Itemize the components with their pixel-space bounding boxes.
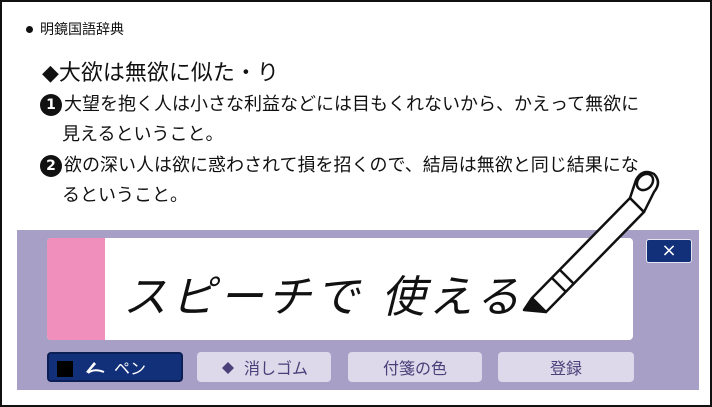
pen-button[interactable]: ペン xyxy=(47,352,183,382)
dictionary-header: 明鏡国語辞典 xyxy=(26,19,124,39)
pen-color-swatch xyxy=(57,361,73,377)
sticky-color-label: 付箋の色 xyxy=(382,359,447,378)
dictionary-name: 明鏡国語辞典 xyxy=(40,22,124,38)
sticky-note-color-strip xyxy=(47,238,105,340)
pen-icon xyxy=(85,362,105,374)
bullet-icon xyxy=(26,25,33,33)
sense-number-2: 2 xyxy=(40,155,62,177)
memo-toolbar: ペン 消しゴム 付箋の色 登録 xyxy=(47,352,687,384)
handwriting-text: スピーチで 使える xyxy=(123,272,524,323)
sticky-color-button[interactable]: 付箋の色 xyxy=(348,352,482,382)
register-button[interactable]: 登録 xyxy=(498,352,634,382)
stylus-pen-icon xyxy=(522,170,660,314)
pen-label: ペン xyxy=(113,359,146,378)
sense-1-line1: 大望を抱く人は小さな利益などには目もくれないから、かえって無欲に xyxy=(64,94,640,115)
register-label: 登録 xyxy=(549,359,582,378)
eraser-icon xyxy=(221,362,234,374)
entry-headword: ◆大欲は無欲に似た・り xyxy=(42,61,279,86)
eraser-button[interactable]: 消しゴム xyxy=(197,352,331,382)
eraser-label: 消しゴム xyxy=(243,359,308,378)
sense-1: 1 大望を抱く人は小さな利益などには目もくれないから、かえって無欲に 見えるという… xyxy=(40,90,680,150)
sense-1-line2: 見えるということ。 xyxy=(62,124,224,145)
sense-number-1: 1 xyxy=(40,94,62,116)
